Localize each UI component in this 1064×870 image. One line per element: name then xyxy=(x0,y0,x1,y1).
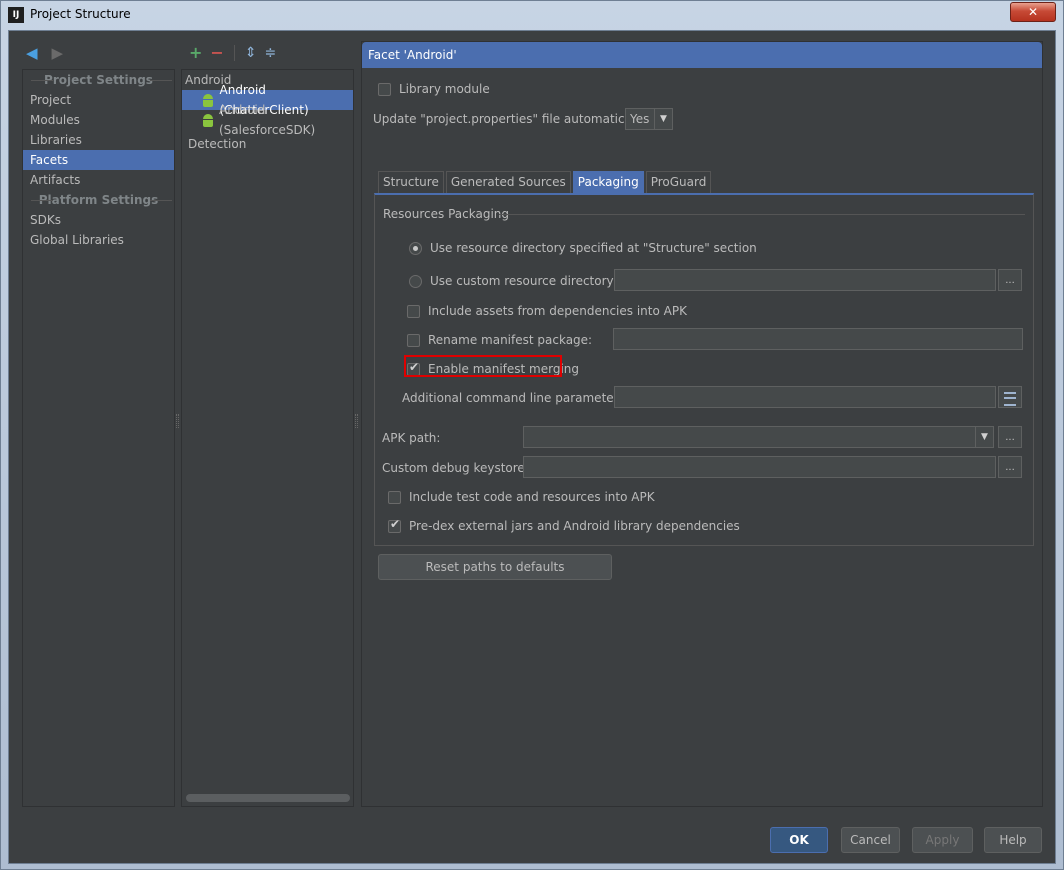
cancel-button[interactable]: Cancel xyxy=(841,827,900,853)
project-settings-header: Project Settings xyxy=(23,70,174,90)
project-structure-window: IJ Project Structure ✕ ◀ ▶ Project Setti… xyxy=(0,0,1064,870)
apk-path-combo[interactable]: ▼ xyxy=(523,426,994,448)
arrow-right-icon[interactable]: ▶ xyxy=(52,44,64,62)
close-button[interactable]: ✕ xyxy=(1010,2,1056,22)
tree-item-salesforcesdk[interactable]: Android (SalesforceSDK) xyxy=(182,103,353,137)
include-test-code-label: Include test code and resources into APK xyxy=(409,490,655,504)
sidebar-item-libraries[interactable]: Libraries xyxy=(23,130,174,150)
ok-button[interactable]: OK xyxy=(770,827,828,853)
include-test-code-checkbox[interactable] xyxy=(388,490,401,504)
tab-generated-sources[interactable]: Generated Sources xyxy=(445,171,571,193)
facet-header: Facet 'Android' xyxy=(362,42,1042,68)
dialog-body: ◀ ▶ Project Settings Project Modules Lib… xyxy=(8,30,1056,864)
include-test-code-row[interactable]: Include test code and resources into APK xyxy=(388,490,655,504)
title-bar: IJ Project Structure ✕ xyxy=(1,1,1063,29)
custom-resource-dir-browse-button[interactable]: ... xyxy=(998,269,1022,291)
custom-resource-dir-field[interactable] xyxy=(614,269,996,291)
sidebar-item-artifacts[interactable]: Artifacts xyxy=(23,170,174,190)
facet-tabs: Structure Generated Sources Packaging Pr… xyxy=(378,171,713,193)
sidebar-item-facets[interactable]: Facets xyxy=(23,150,174,170)
platform-settings-header: Platform Settings xyxy=(23,190,174,210)
settings-sidebar: Project Settings Project Modules Librari… xyxy=(22,69,175,807)
custom-debug-keystore-field[interactable] xyxy=(523,456,996,478)
use-structure-resource-dir-label: Use resource directory specified at "Str… xyxy=(430,241,757,255)
sidebar-item-project[interactable]: Project xyxy=(23,90,174,110)
update-properties-row: Update "project.properties" file automat… xyxy=(373,112,649,126)
facet-settings-panel: Facet 'Android' Library module Update "p… xyxy=(361,41,1043,807)
additional-params-row: Additional command line parameters: xyxy=(402,391,629,405)
library-module-row[interactable]: Library module xyxy=(378,82,490,96)
reset-paths-button[interactable]: Reset paths to defaults xyxy=(378,554,612,580)
intellij-app-icon: IJ xyxy=(8,7,24,23)
collapse-all-icon[interactable]: ≑ xyxy=(265,44,277,62)
include-assets-checkbox[interactable] xyxy=(407,304,420,318)
expand-all-icon[interactable]: ⇕ xyxy=(245,44,257,62)
facets-toolbar: + − ⇕ ≑ xyxy=(189,44,284,62)
update-properties-label: Update "project.properties" file automat… xyxy=(373,112,649,126)
sidebar-item-global-libraries[interactable]: Global Libraries xyxy=(23,230,174,250)
android-icon xyxy=(202,113,213,127)
android-icon xyxy=(202,93,214,107)
rename-manifest-package-checkbox[interactable] xyxy=(407,333,420,347)
help-button[interactable]: Help xyxy=(984,827,1042,853)
left-splitter-handle[interactable] xyxy=(176,414,179,428)
add-icon[interactable]: + xyxy=(189,44,202,62)
sidebar-item-modules[interactable]: Modules xyxy=(23,110,174,130)
library-module-label: Library module xyxy=(399,82,490,96)
include-assets-label: Include assets from dependencies into AP… xyxy=(428,304,687,318)
additional-params-label: Additional command line parameters: xyxy=(402,391,629,405)
use-custom-resource-dir-radio[interactable] xyxy=(409,274,422,288)
middle-splitter-handle[interactable] xyxy=(355,414,358,428)
rename-manifest-package-label: Rename manifest package: xyxy=(428,333,593,347)
chevron-down-icon: ▼ xyxy=(975,427,993,447)
navigation-arrows: ◀ ▶ xyxy=(26,44,63,62)
use-custom-resource-dir-row[interactable]: Use custom resource directory: xyxy=(409,274,617,288)
additional-params-field[interactable] xyxy=(614,386,996,408)
tab-proguard[interactable]: ProGuard xyxy=(645,171,712,193)
pre-dex-label: Pre-dex external jars and Android librar… xyxy=(409,519,740,533)
use-structure-resource-dir-radio[interactable] xyxy=(409,241,422,255)
pre-dex-row[interactable]: Pre-dex external jars and Android librar… xyxy=(388,517,740,533)
custom-debug-keystore-label: Custom debug keystore: xyxy=(382,461,529,475)
toolbar-separator xyxy=(233,45,235,61)
custom-debug-keystore-row: Custom debug keystore: xyxy=(382,461,529,475)
sidebar-item-sdks[interactable]: SDKs xyxy=(23,210,174,230)
tab-structure[interactable]: Structure xyxy=(378,171,444,193)
highlight-annotation-box xyxy=(404,355,562,377)
use-structure-resource-dir-row[interactable]: Use resource directory specified at "Str… xyxy=(409,241,757,255)
update-properties-combo[interactable]: Yes ▼ xyxy=(625,108,673,130)
include-assets-row[interactable]: Include assets from dependencies into AP… xyxy=(407,304,687,318)
chevron-down-icon: ▼ xyxy=(654,109,672,129)
use-custom-resource-dir-label: Use custom resource directory: xyxy=(430,274,617,288)
library-module-checkbox[interactable] xyxy=(378,82,391,96)
horizontal-scrollbar[interactable] xyxy=(186,794,350,802)
window-title: Project Structure xyxy=(30,7,131,21)
apk-path-label: APK path: xyxy=(382,431,441,445)
apk-path-row: APK path: xyxy=(382,431,440,445)
apply-button[interactable]: Apply xyxy=(912,827,973,853)
tab-packaging[interactable]: Packaging xyxy=(572,171,644,193)
facets-tree: Android Android (ChatterClient) Android … xyxy=(181,69,354,807)
apk-path-browse-button[interactable]: ... xyxy=(998,426,1022,448)
resources-packaging-title: Resources Packaging xyxy=(383,207,510,221)
edit-params-icon[interactable] xyxy=(998,386,1022,408)
arrow-left-icon[interactable]: ◀ xyxy=(26,44,38,62)
manifest-package-field[interactable] xyxy=(613,328,1023,350)
packaging-tab-content: Resources Packaging Use resource directo… xyxy=(374,193,1034,546)
rename-manifest-package-row[interactable]: Rename manifest package: xyxy=(407,333,592,347)
update-properties-value: Yes xyxy=(630,112,650,126)
group-divider xyxy=(499,214,1025,215)
custom-debug-keystore-browse-button[interactable]: ... xyxy=(998,456,1022,478)
pre-dex-checkbox[interactable] xyxy=(388,517,401,533)
remove-icon[interactable]: − xyxy=(210,44,223,62)
